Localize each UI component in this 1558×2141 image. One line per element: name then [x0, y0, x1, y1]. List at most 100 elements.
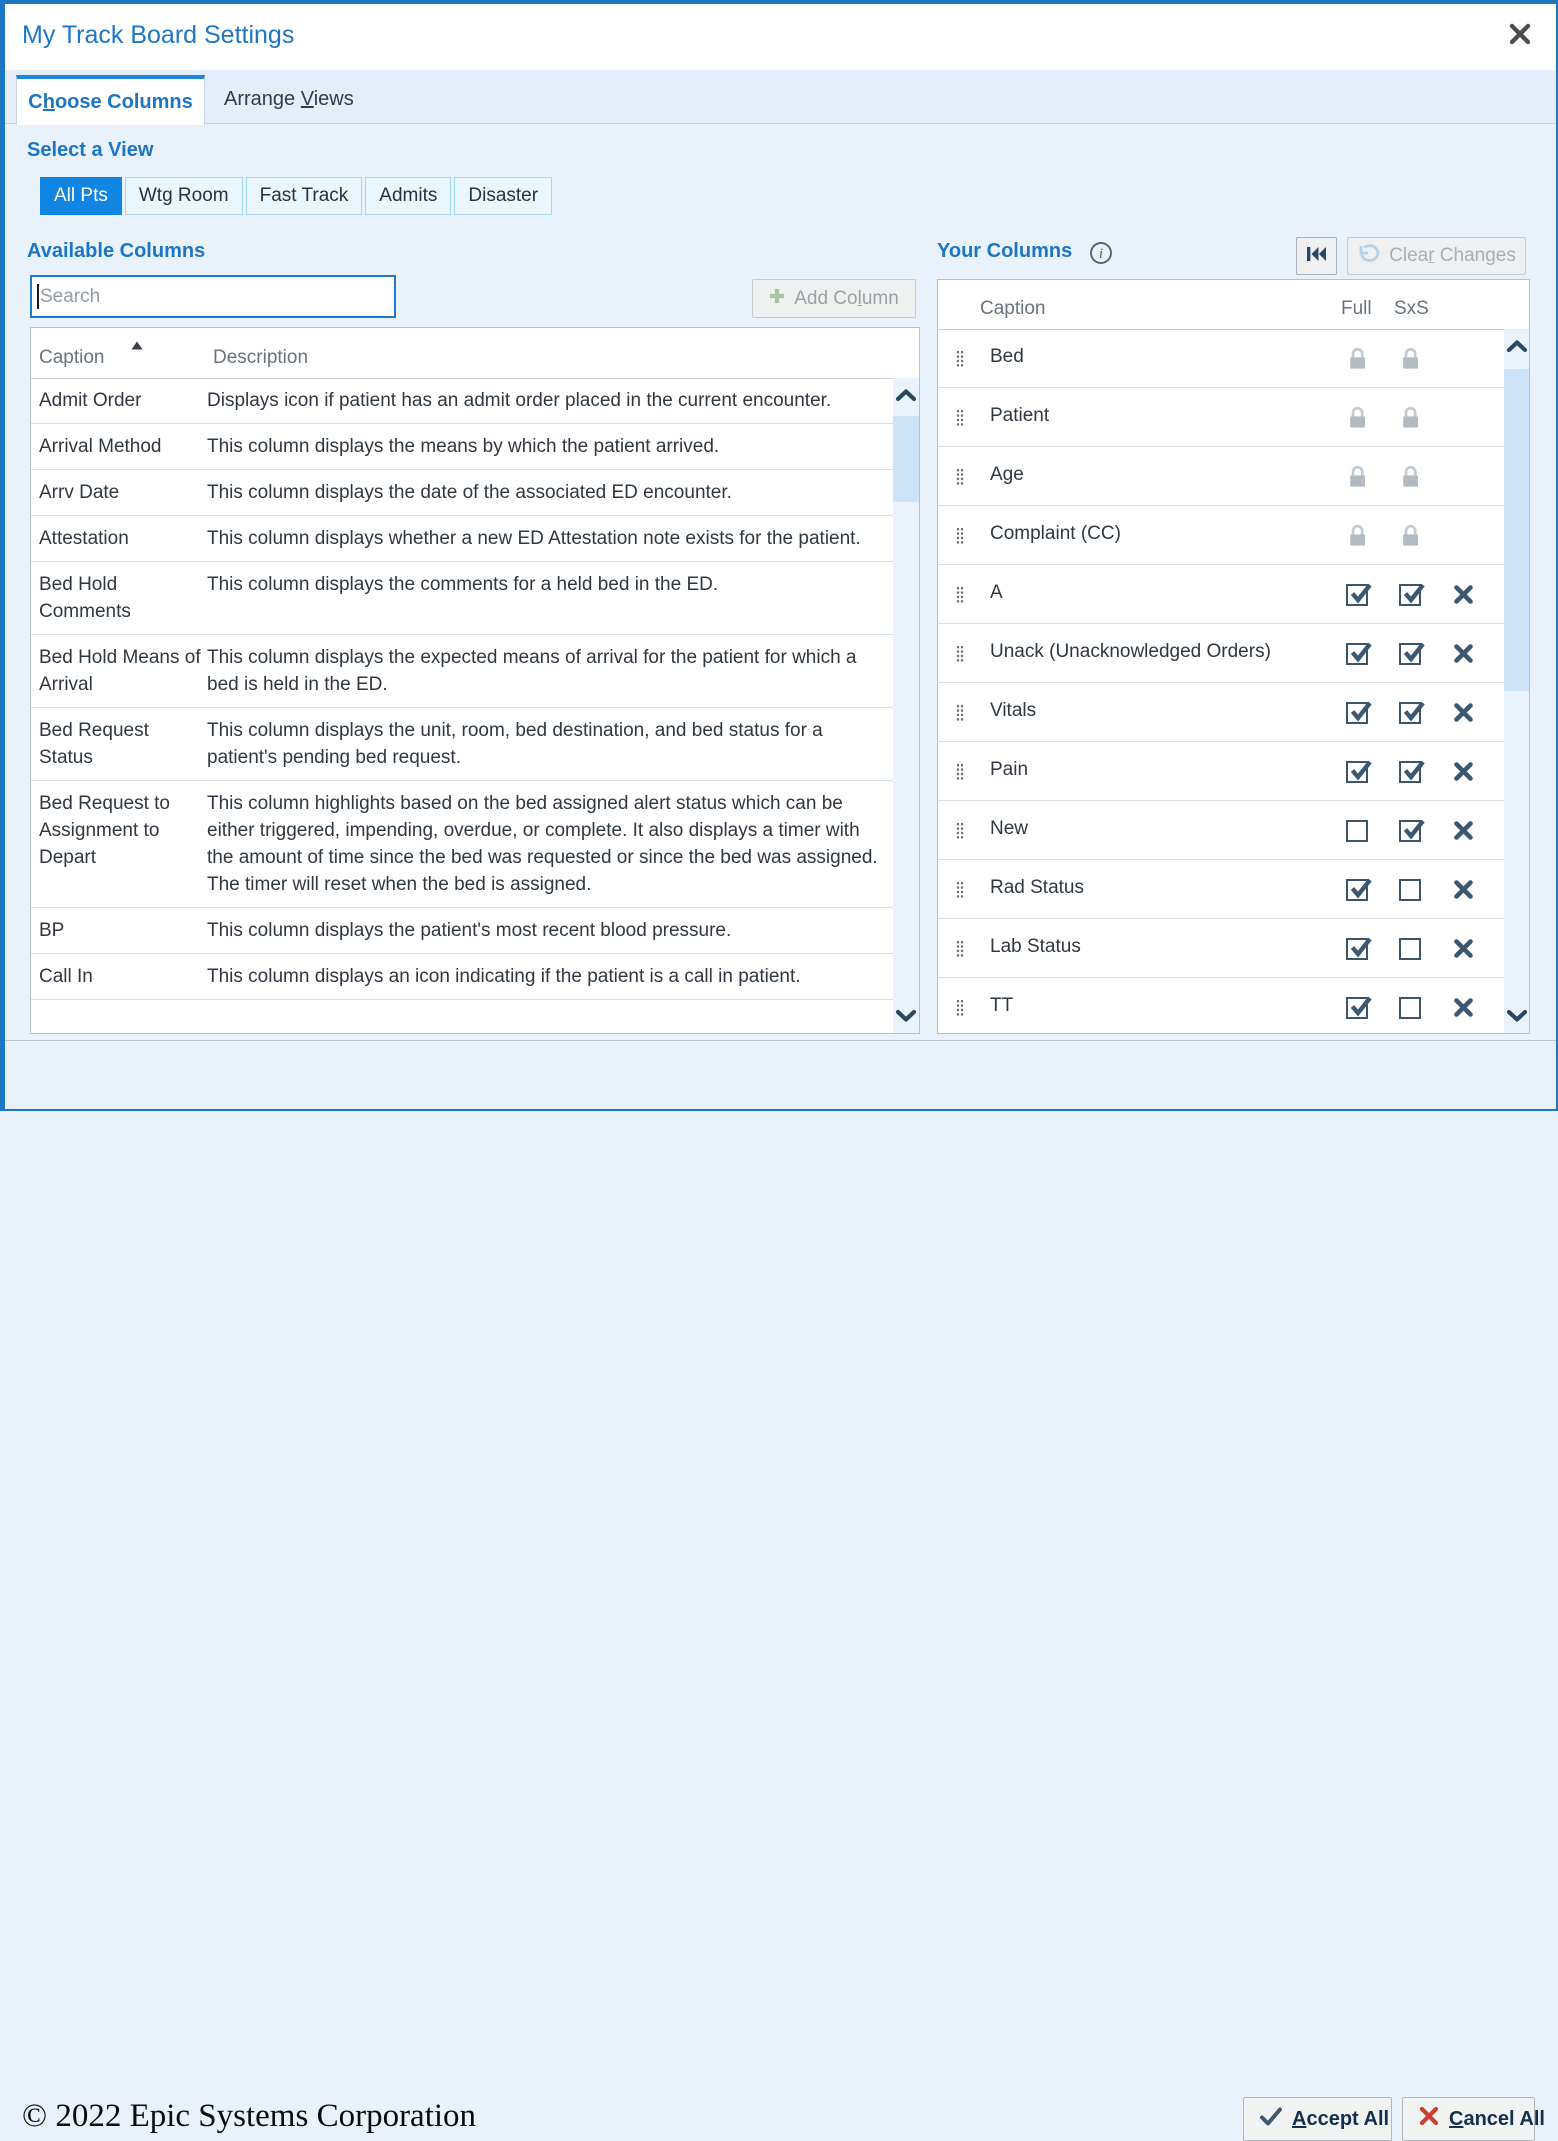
drag-handle-icon[interactable]: [956, 881, 964, 898]
scrollbar-thumb[interactable]: [893, 416, 919, 502]
your-column-row[interactable]: Age: [938, 447, 1504, 506]
scroll-up-icon[interactable]: [1506, 339, 1528, 353]
your-columns-scrollbar[interactable]: [1504, 329, 1529, 1033]
column-header-description[interactable]: Description: [213, 347, 308, 369]
sxs-cell: [1397, 994, 1423, 1021]
your-row-caption: TT: [990, 995, 1013, 1017]
available-column-row[interactable]: Bed Hold Means of Arrival This column di…: [31, 635, 893, 708]
remove-column-button[interactable]: [1453, 879, 1474, 900]
your-column-row[interactable]: Patient: [938, 388, 1504, 447]
view-button[interactable]: Wtg Room: [125, 177, 243, 215]
scroll-up-icon[interactable]: [895, 388, 917, 402]
lock-icon: [1400, 346, 1421, 371]
drag-handle-icon[interactable]: [956, 468, 964, 485]
your-column-row[interactable]: Vitals: [938, 683, 1504, 742]
accept-all-button[interactable]: Accept All: [1243, 2097, 1392, 2141]
available-column-row[interactable]: Bed Request Status This column displays …: [31, 708, 893, 781]
drag-handle-icon[interactable]: [956, 763, 964, 780]
your-row-caption: New: [990, 818, 1028, 840]
your-column-row[interactable]: Complaint (CC): [938, 506, 1504, 565]
drag-handle-icon[interactable]: [956, 999, 964, 1016]
available-column-row[interactable]: Arrival Method This column displays the …: [31, 424, 893, 470]
remove-column-button[interactable]: [1453, 820, 1474, 841]
available-scrollbar[interactable]: [893, 378, 919, 1033]
checkbox-checked[interactable]: [1346, 879, 1368, 901]
full-cell: [1344, 758, 1370, 785]
checkbox-checked[interactable]: [1346, 938, 1368, 960]
dialog-border: [0, 0, 5, 1111]
available-row-caption: BP: [31, 917, 207, 944]
your-column-row[interactable]: A: [938, 565, 1504, 624]
restore-defaults-button[interactable]: [1296, 237, 1337, 275]
select-view-heading: Select a View: [27, 139, 153, 162]
full-cell: [1344, 581, 1370, 608]
drag-handle-icon[interactable]: [956, 645, 964, 662]
scrollbar-thumb[interactable]: [1504, 369, 1529, 691]
svg-text:i: i: [1099, 246, 1103, 262]
checkbox-unchecked[interactable]: [1399, 997, 1421, 1019]
available-column-row[interactable]: Attestation This column displays whether…: [31, 516, 893, 562]
tab-arrange-views[interactable]: Arrange Views: [206, 75, 372, 124]
view-button[interactable]: Admits: [365, 177, 451, 215]
checkbox-checked[interactable]: [1399, 820, 1421, 842]
your-column-row[interactable]: Lab Status: [938, 919, 1504, 978]
cancel-all-button[interactable]: Cancel All: [1402, 2097, 1535, 2141]
checkbox-checked[interactable]: [1399, 702, 1421, 724]
scroll-down-icon[interactable]: [895, 1009, 917, 1023]
checkbox-checked[interactable]: [1346, 702, 1368, 724]
available-row-description: This column displays the comments for a …: [207, 571, 893, 625]
remove-column-button[interactable]: [1453, 702, 1474, 723]
view-button[interactable]: All Pts: [40, 177, 122, 215]
your-column-row[interactable]: Bed: [938, 329, 1504, 388]
search-input[interactable]: [30, 275, 396, 318]
drag-handle-icon[interactable]: [956, 822, 964, 839]
drag-handle-icon[interactable]: [956, 704, 964, 721]
your-row-caption: Patient: [990, 405, 1049, 427]
full-cell: [1344, 699, 1370, 726]
checkbox-checked[interactable]: [1399, 584, 1421, 606]
view-button[interactable]: Fast Track: [246, 177, 363, 215]
checkbox-checked[interactable]: [1346, 997, 1368, 1019]
remove-cell: [1450, 699, 1476, 726]
your-column-row[interactable]: Unack (Unacknowledged Orders): [938, 624, 1504, 683]
column-header-caption[interactable]: Caption: [39, 347, 105, 369]
close-button[interactable]: [1500, 19, 1540, 53]
remove-cell: [1450, 404, 1476, 431]
available-column-row[interactable]: Admit Order Displays icon if patient has…: [31, 378, 893, 424]
your-column-row[interactable]: Rad Status: [938, 860, 1504, 919]
checkbox-unchecked[interactable]: [1399, 938, 1421, 960]
drag-handle-icon[interactable]: [956, 527, 964, 544]
available-column-row[interactable]: Arrv Date This column displays the date …: [31, 470, 893, 516]
available-row-description: This column displays the expected means …: [207, 644, 893, 698]
drag-handle-icon[interactable]: [956, 940, 964, 957]
sxs-cell: [1397, 345, 1423, 372]
checkbox-checked[interactable]: [1346, 584, 1368, 606]
remove-column-button[interactable]: [1453, 584, 1474, 605]
scroll-down-icon[interactable]: [1506, 1009, 1528, 1023]
checkbox-checked[interactable]: [1399, 761, 1421, 783]
info-icon[interactable]: i: [1089, 241, 1113, 270]
checkbox-unchecked[interactable]: [1346, 820, 1368, 842]
checkbox-checked[interactable]: [1399, 643, 1421, 665]
view-button[interactable]: Disaster: [454, 177, 552, 215]
drag-handle-icon[interactable]: [956, 350, 964, 367]
tab-choose-columns[interactable]: Choose Columns: [16, 75, 205, 125]
remove-column-button[interactable]: [1453, 938, 1474, 959]
drag-handle-icon[interactable]: [956, 586, 964, 603]
your-column-row[interactable]: New: [938, 801, 1504, 860]
remove-column-button[interactable]: [1453, 761, 1474, 782]
your-column-row[interactable]: Pain: [938, 742, 1504, 801]
drag-handle-icon[interactable]: [956, 409, 964, 426]
remove-cell: [1450, 935, 1476, 962]
checkbox-checked[interactable]: [1346, 761, 1368, 783]
checkbox-unchecked[interactable]: [1399, 879, 1421, 901]
remove-column-button[interactable]: [1453, 997, 1474, 1018]
available-column-row[interactable]: Bed Hold Comments This column displays t…: [31, 562, 893, 635]
available-column-row[interactable]: Bed Request to Assignment to Depart This…: [31, 781, 893, 908]
available-column-row[interactable]: BP This column displays the patient's mo…: [31, 908, 893, 954]
remove-column-button[interactable]: [1453, 643, 1474, 664]
available-column-row[interactable]: Call In This column displays an icon ind…: [31, 954, 893, 1000]
checkbox-checked[interactable]: [1346, 643, 1368, 665]
full-cell: [1344, 345, 1370, 372]
your-column-row[interactable]: TT: [938, 978, 1504, 1033]
